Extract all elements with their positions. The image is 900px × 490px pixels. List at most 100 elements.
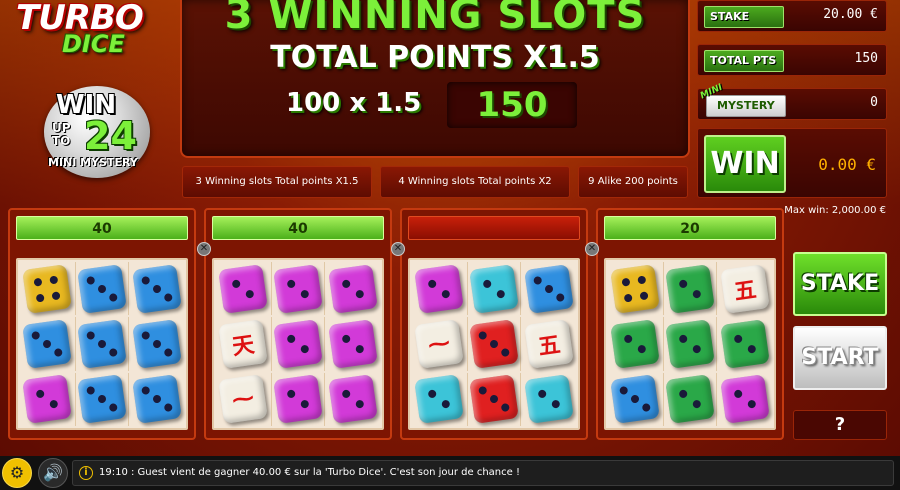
dice-cell [131, 262, 184, 315]
mini-mystery-badge: WIN UP TO 24 MINI MYSTERY [44, 86, 150, 178]
die-pip [164, 292, 174, 302]
die-pip [489, 394, 499, 404]
reel-2: 40 天 ⁓ [204, 208, 392, 440]
dice-cell [271, 262, 325, 316]
die-icon [217, 263, 268, 314]
die-icon [273, 374, 323, 425]
die-icon [132, 319, 183, 369]
die-icon [665, 319, 715, 369]
die-pip [244, 289, 254, 299]
speaker-icon[interactable]: 🔊 [38, 458, 68, 488]
dice-cell [327, 317, 380, 370]
dice-cell: 天 [216, 317, 269, 370]
die-pip [636, 344, 646, 354]
dice-grid [16, 258, 188, 430]
dice-cell: ⁓ [216, 373, 269, 426]
reel-4: 20 五 [596, 208, 784, 440]
dice-cell [131, 373, 184, 426]
die-pip [623, 334, 633, 344]
die-pip [342, 334, 352, 344]
stake-value: 20.00 € [823, 7, 878, 22]
die-pip [97, 394, 107, 404]
win-subtitle: TOTAL POINTS X1.5 [270, 40, 600, 75]
close-icon[interactable]: ✕ [585, 242, 599, 256]
die-pip [286, 334, 296, 344]
die-icon [77, 374, 127, 425]
die-pip [678, 279, 688, 289]
die-icon [21, 374, 72, 425]
dice-cell [412, 262, 465, 315]
symbol-die-icon: ⁓ [413, 319, 464, 369]
die-icon [609, 319, 660, 369]
die-icon [328, 319, 379, 369]
die-pip [678, 389, 688, 399]
total-pts-value: 150 [854, 51, 878, 66]
die-icon [469, 319, 519, 369]
die-icon [413, 263, 464, 314]
die-icon [77, 263, 127, 314]
dice-cell [20, 317, 73, 370]
dice-cell [663, 317, 717, 371]
die-symbol: ⁓ [426, 330, 452, 358]
die-pip [86, 386, 96, 396]
start-button[interactable]: START [793, 326, 887, 390]
badge-amount: 24 [84, 114, 137, 158]
win-title: 3 WINNING SLOTS [224, 0, 646, 38]
close-icon[interactable]: ✕ [197, 242, 211, 256]
die-pip [108, 403, 118, 413]
total-pts-label: TOTAL PTS [704, 50, 784, 72]
die-icon [469, 374, 519, 425]
gear-icon[interactable]: ⚙ [2, 458, 32, 488]
die-pip [482, 279, 492, 289]
die-pip [86, 330, 96, 340]
symbol-die-icon: 五 [720, 263, 771, 314]
die-pip [141, 330, 151, 340]
die-pip [489, 339, 499, 349]
die-pip [97, 339, 107, 349]
die-pip [342, 279, 352, 289]
dice-grid: 天 ⁓ [212, 258, 384, 430]
die-icon [413, 374, 464, 425]
die-pip [53, 347, 63, 358]
die-pip [152, 284, 162, 294]
die-symbol: 五 [537, 332, 563, 361]
die-pip [621, 277, 631, 287]
reel-points [408, 216, 580, 240]
news-ticker: i 19:10 : Guest vient de gagner 40.00 € … [72, 460, 894, 486]
rule-4-winning-slots: 4 Winning slots Total points X2 [380, 166, 570, 198]
game-logo: TURBO DICE [8, 0, 148, 70]
die-pip [355, 344, 365, 354]
dice-cell [719, 373, 772, 426]
die-icon [665, 263, 715, 314]
close-icon[interactable]: ✕ [391, 242, 405, 256]
die-pip [678, 334, 688, 344]
die-pip [97, 284, 107, 294]
die-pip [551, 399, 561, 409]
dice-cell [608, 317, 661, 370]
die-icon [328, 263, 379, 314]
help-button[interactable]: ? [793, 410, 887, 440]
dice-cell [20, 373, 73, 426]
die-pip [623, 293, 633, 303]
die-icon [720, 319, 771, 369]
stake-label: STAKE [704, 6, 784, 28]
dice-cell [608, 373, 661, 426]
win-display: WIN 0.00 € [697, 128, 887, 198]
die-pip [86, 275, 96, 285]
die-icon [132, 374, 183, 425]
die-pip [692, 289, 702, 299]
dice-cell [663, 372, 717, 426]
die-pip [300, 344, 310, 354]
die-pip [300, 289, 310, 299]
die-icon [21, 263, 72, 314]
stake-button[interactable]: STAKE [793, 252, 887, 316]
dice-cell [271, 372, 325, 426]
reel-points: 20 [604, 216, 776, 240]
die-pip [636, 275, 646, 285]
die-pip [48, 399, 58, 409]
badge-label: MINI MYSTERY [48, 156, 138, 169]
die-icon [273, 319, 323, 369]
die-pip [618, 386, 628, 396]
die-icon [132, 263, 183, 314]
win-value: 0.00 € [818, 155, 876, 174]
